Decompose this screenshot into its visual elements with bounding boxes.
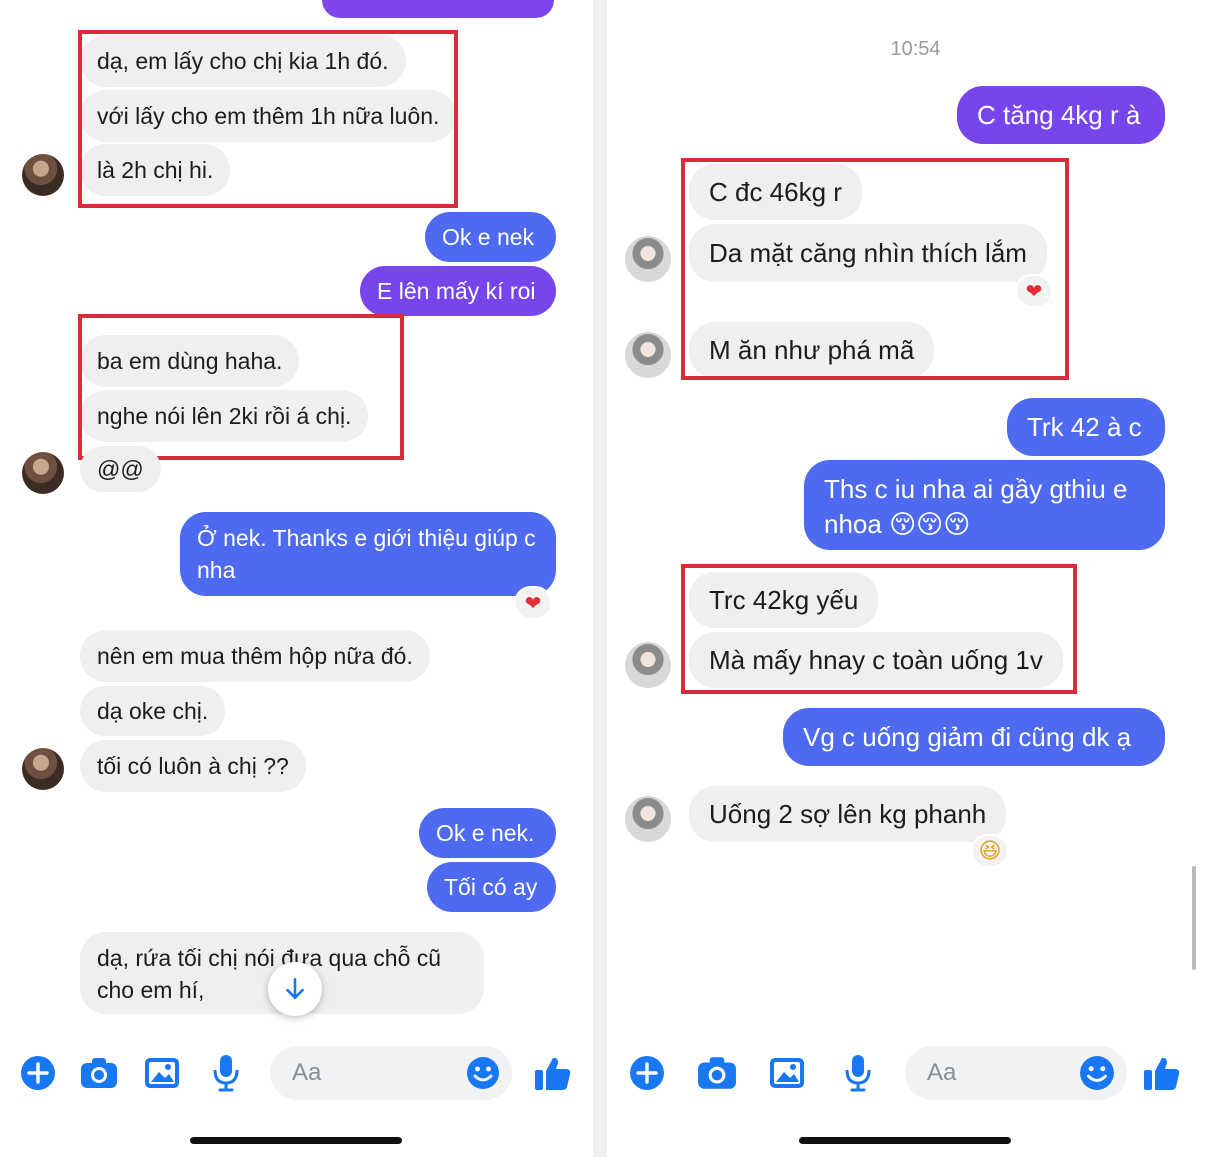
- arrow-down-icon: [286, 977, 304, 999]
- emoji-icon[interactable]: [1079, 1055, 1115, 1091]
- outgoing-message: Trk 42 à c: [1007, 398, 1165, 456]
- avatar[interactable]: [22, 748, 64, 790]
- thumbs-up-icon[interactable]: [534, 1054, 572, 1092]
- outgoing-message: Tối có ay: [427, 862, 556, 912]
- incoming-message: nên em mua thêm hộp nữa đó.: [80, 630, 430, 682]
- message-input[interactable]: Aa: [270, 1046, 512, 1100]
- outgoing-message: Ok e nek: [425, 212, 556, 262]
- outgoing-message: C tăng 4kg r à: [957, 86, 1165, 144]
- outgoing-message: Ở nek. Thanks e giới thiệu giúp c nha: [180, 512, 556, 596]
- microphone-icon[interactable]: [212, 1054, 240, 1092]
- right-chat-screenshot: 10:54 C tăng 4kg r à C đc 46kg r Da mặt …: [607, 0, 1224, 1157]
- message-input-placeholder: Aa: [292, 1059, 322, 1086]
- panel-divider: [593, 0, 607, 1157]
- camera-icon[interactable]: [697, 1056, 737, 1090]
- avatar[interactable]: [22, 154, 64, 196]
- composer-toolbar: Aa: [0, 1038, 593, 1108]
- avatar[interactable]: [625, 796, 671, 842]
- highlight-box: [78, 30, 458, 208]
- plus-icon[interactable]: [20, 1055, 56, 1091]
- highlight-box: [78, 314, 404, 460]
- emoji-icon[interactable]: [466, 1056, 500, 1090]
- incoming-message: tối có luôn à chị ??: [80, 740, 306, 792]
- laugh-reaction[interactable]: 😆: [971, 834, 1009, 868]
- home-indicator: [799, 1137, 1011, 1144]
- camera-icon[interactable]: [80, 1057, 118, 1089]
- highlight-box: [681, 158, 1069, 380]
- message-input-placeholder: Aa: [927, 1059, 957, 1086]
- scroll-to-bottom-button[interactable]: [268, 962, 322, 1016]
- incoming-message: Uống 2 sợ lên kg phanh: [689, 786, 1007, 842]
- home-indicator: [190, 1137, 402, 1144]
- thumbs-up-icon[interactable]: [1143, 1054, 1181, 1092]
- avatar[interactable]: [22, 452, 64, 494]
- outgoing-message: Vg c uống giảm đi cũng dk ạ: [783, 708, 1165, 766]
- left-chat-screenshot: dạ, em lấy cho chị kia 1h đó. với lấy ch…: [0, 0, 593, 1157]
- outgoing-message: Ths c iu nha ai gầy gthiu e nhoa 😚😚😚: [804, 460, 1165, 550]
- avatar[interactable]: [625, 236, 671, 282]
- timestamp: 10:54: [890, 38, 941, 60]
- message-bubble-partial: [322, 0, 554, 18]
- avatar[interactable]: [625, 642, 671, 688]
- microphone-icon[interactable]: [844, 1054, 872, 1092]
- scrollbar[interactable]: [1192, 866, 1196, 970]
- image-icon[interactable]: [144, 1057, 180, 1089]
- image-icon[interactable]: [769, 1057, 805, 1089]
- message-input[interactable]: Aa: [905, 1046, 1127, 1100]
- incoming-message: @@: [80, 446, 161, 492]
- outgoing-message: E lên mấy kí roi: [360, 266, 556, 316]
- plus-icon[interactable]: [629, 1055, 665, 1091]
- highlight-box: [681, 564, 1077, 694]
- incoming-message: dạ oke chị.: [80, 686, 226, 736]
- avatar[interactable]: [625, 332, 671, 378]
- outgoing-message: Ok e nek.: [419, 808, 556, 858]
- composer-toolbar: Aa: [607, 1038, 1224, 1108]
- heart-reaction[interactable]: ❤: [514, 586, 552, 620]
